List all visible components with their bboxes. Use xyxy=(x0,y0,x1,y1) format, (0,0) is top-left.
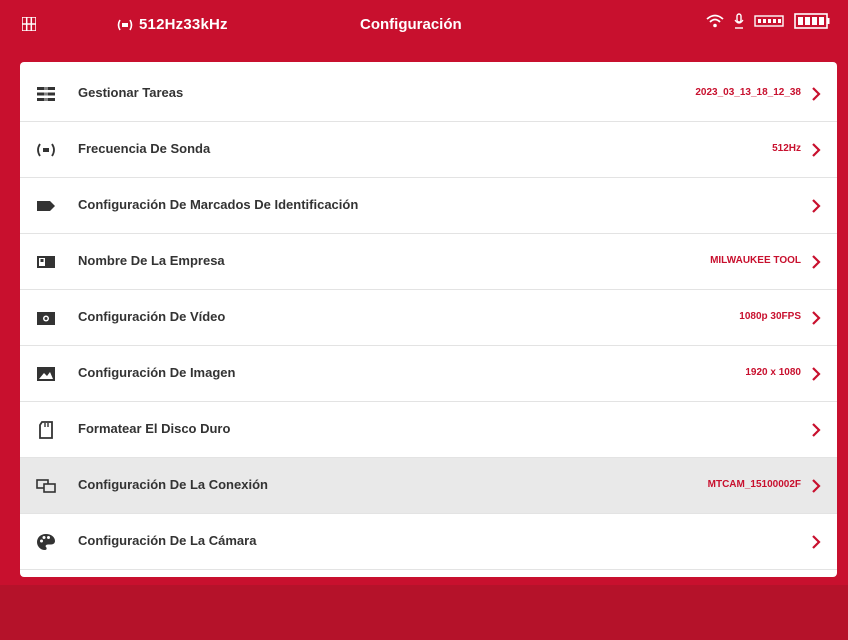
connection-icon xyxy=(36,479,56,493)
menu-item-label: Nombre De La Empresa xyxy=(78,253,225,268)
menu-item-label: Gestionar Tareas xyxy=(78,85,184,100)
tasks-icon xyxy=(37,86,55,102)
menu-item-label: Configuración De La Cámara xyxy=(78,533,257,548)
tag-icon xyxy=(37,201,55,211)
bottom-bar xyxy=(0,585,848,640)
menu-item-configuracion-camara[interactable]: Configuración De La Cámara xyxy=(20,514,837,570)
wifi-icon xyxy=(706,14,724,28)
menu-item-marcados-identificacion[interactable]: Configuración De Marcados De Identificac… xyxy=(20,178,837,234)
image-icon xyxy=(37,367,55,381)
menu-item-value: MILWAUKEE TOOL xyxy=(710,255,801,266)
menu-item-gestionar-tareas[interactable]: Gestionar Tareas 2023_03_13_18_12_38 xyxy=(20,66,837,122)
status-bar: 512Hz33kHz Configuración xyxy=(0,0,848,50)
menu-item-label: Configuración De La Conexión xyxy=(78,477,268,492)
chevron-right-icon xyxy=(812,143,821,157)
chevron-right-icon xyxy=(812,199,821,213)
menu-item-label: Configuración De Imagen xyxy=(78,365,236,380)
menu-item-value: 2023_03_13_18_12_38 xyxy=(695,87,801,98)
chevron-right-icon xyxy=(812,367,821,381)
probe-frequency-icon xyxy=(37,143,55,157)
menu-item-formatear-disco[interactable]: Formatear El Disco Duro xyxy=(20,402,837,458)
menu-item-value: MTCAM_15100002F xyxy=(707,479,801,490)
chevron-right-icon xyxy=(812,423,821,437)
menu-item-label: Frecuencia De Sonda xyxy=(78,141,211,156)
chevron-right-icon xyxy=(812,535,821,549)
microphone-icon xyxy=(734,13,744,29)
menu-item-configuracion-imagen[interactable]: Configuración De Imagen 1920 x 1080 xyxy=(20,346,837,402)
palette-icon xyxy=(37,534,55,550)
menu-item-value: 1920 x 1080 xyxy=(745,367,801,378)
settings-list: Gestionar Tareas 2023_03_13_18_12_38 Fre… xyxy=(20,62,837,577)
storage-icon xyxy=(754,15,784,27)
frequency-text: 512Hz33kHz xyxy=(139,16,228,33)
company-card-icon xyxy=(37,256,55,268)
chevron-right-icon xyxy=(812,479,821,493)
page-title: Configuración xyxy=(360,16,462,33)
menu-item-value: 512Hz xyxy=(772,143,801,154)
grid-icon[interactable] xyxy=(22,17,36,31)
probe-frequency-icon xyxy=(117,19,133,30)
chevron-right-icon xyxy=(812,255,821,269)
chevron-right-icon xyxy=(812,311,821,325)
menu-item-configuracion-conexion[interactable]: Configuración De La Conexión MTCAM_15100… xyxy=(20,458,837,514)
chevron-right-icon xyxy=(812,87,821,101)
battery-icon xyxy=(794,13,830,29)
frequency-indicator: 512Hz33kHz xyxy=(117,16,228,33)
menu-item-label: Configuración De Vídeo xyxy=(78,309,226,324)
menu-item-frecuencia-de-sonda[interactable]: Frecuencia De Sonda 512Hz xyxy=(20,122,837,178)
menu-item-label: Formatear El Disco Duro xyxy=(78,421,231,436)
menu-item-nombre-empresa[interactable]: Nombre De La Empresa MILWAUKEE TOOL xyxy=(20,234,837,290)
menu-item-label: Configuración De Marcados De Identificac… xyxy=(78,197,359,212)
menu-item-configuracion-video[interactable]: Configuración De Vídeo 1080p 30FPS xyxy=(20,290,837,346)
video-camera-icon xyxy=(37,312,55,325)
menu-item-value: 1080p 30FPS xyxy=(739,311,801,322)
sd-card-icon xyxy=(39,421,53,439)
